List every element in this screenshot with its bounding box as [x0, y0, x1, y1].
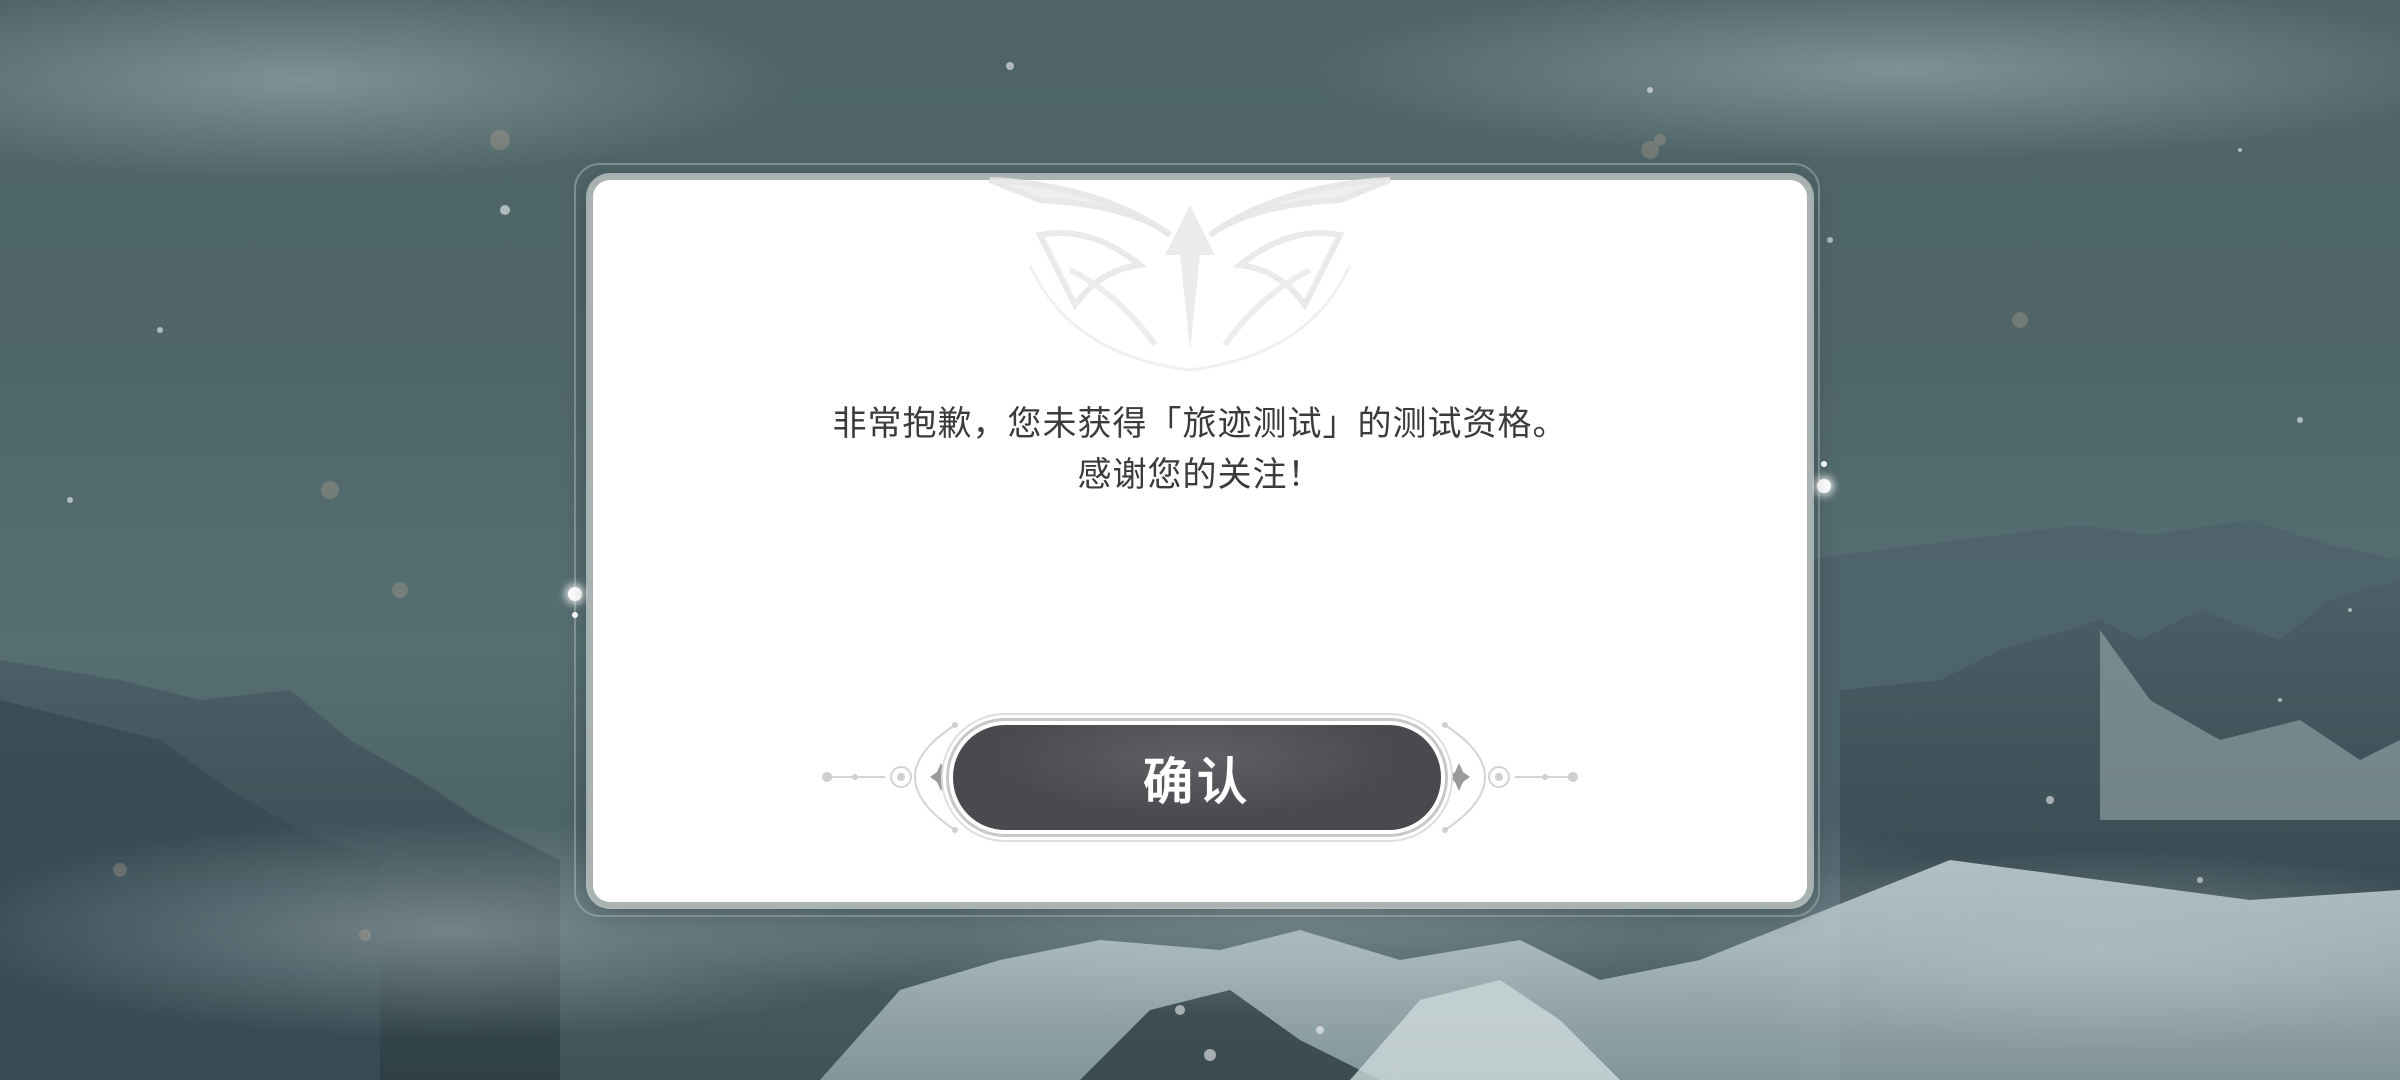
left-small-dot: [572, 612, 578, 618]
right-small-dot: [1821, 461, 1827, 467]
message-line-2: 感谢您的关注！: [1077, 455, 1323, 495]
confirm-button[interactable]: 确认: [953, 725, 1441, 830]
confirm-button-label: 确认: [1143, 751, 1251, 811]
left-glow-dot: [568, 587, 582, 601]
right-glow-dot: [1817, 479, 1831, 493]
winged-crest-emblem-icon: [988, 177, 1392, 372]
message-line-1: 非常抱歉，您未获得「旅迹测试」的测试资格。: [832, 404, 1568, 444]
